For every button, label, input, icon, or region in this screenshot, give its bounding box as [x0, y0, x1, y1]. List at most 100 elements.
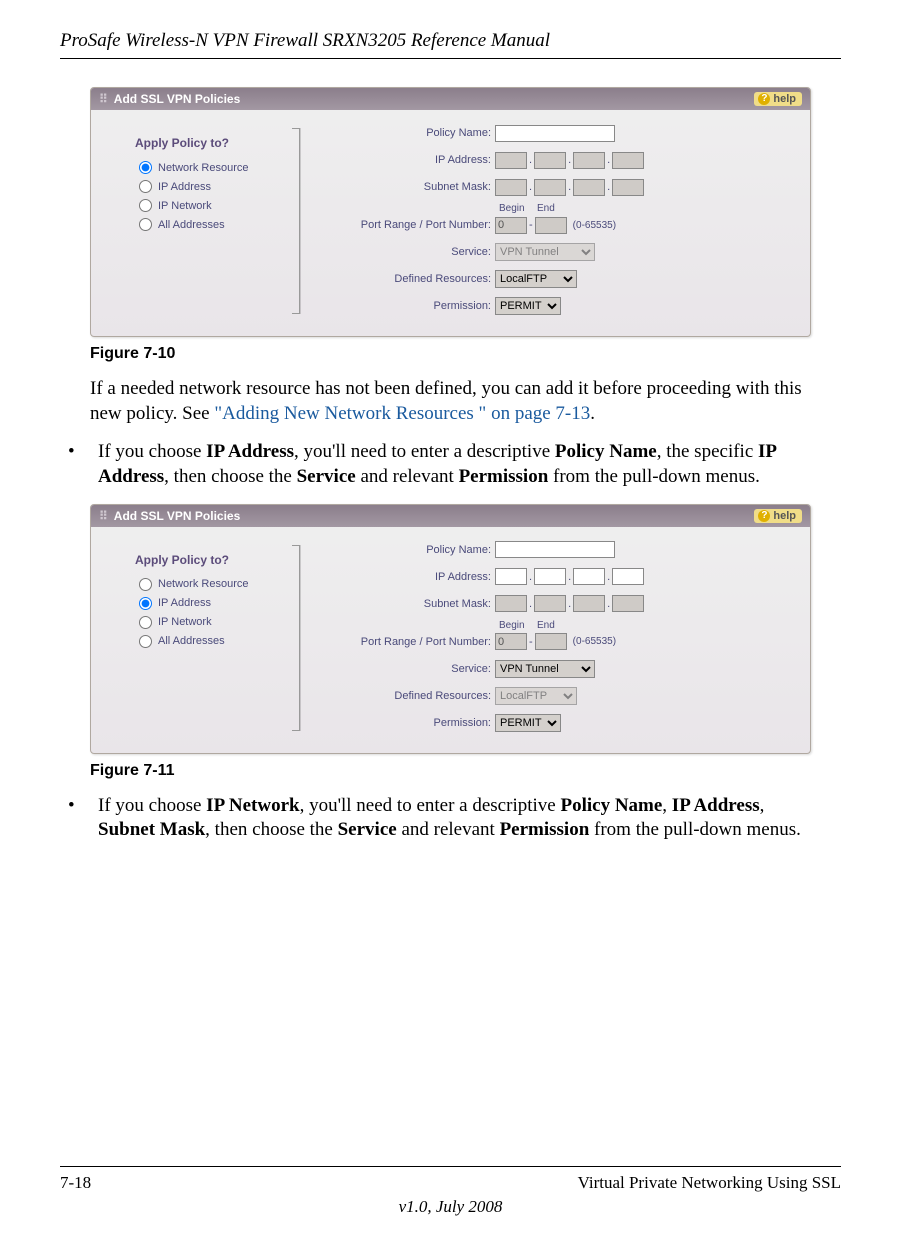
- port-range-label: Port Range / Port Number:: [327, 219, 495, 231]
- port-range-note: (0-65535): [573, 636, 616, 647]
- mask-octet-input: [612, 595, 644, 612]
- radio-all-addresses[interactable]: All Addresses: [135, 632, 279, 651]
- defined-resources-label: Defined Resources:: [327, 690, 495, 702]
- bullet-item: • If you choose IP Network, you'll need …: [68, 794, 811, 843]
- help-button[interactable]: help: [754, 92, 802, 106]
- radio-ip-network[interactable]: IP Network: [135, 613, 279, 632]
- bullet-marker: •: [68, 794, 98, 843]
- permission-select[interactable]: PERMIT: [495, 714, 561, 732]
- radio-label: IP Address: [158, 597, 211, 609]
- end-label: End: [537, 203, 573, 214]
- mask-octet-input: [495, 595, 527, 612]
- mask-octet-input: [573, 595, 605, 612]
- ip-octet-input[interactable]: [534, 568, 566, 585]
- radio-label: Network Resource: [158, 578, 248, 590]
- radio-input[interactable]: [139, 578, 152, 591]
- radio-input[interactable]: [139, 616, 152, 629]
- radio-label: IP Network: [158, 200, 212, 212]
- permission-label: Permission:: [327, 300, 495, 312]
- bracket-divider: [285, 537, 307, 739]
- radio-label: IP Network: [158, 616, 212, 628]
- radio-input[interactable]: [139, 199, 152, 212]
- apply-policy-title: Apply Policy to?: [135, 553, 279, 567]
- ssl-vpn-panel: Add SSL VPN Policies help Apply Policy t…: [90, 504, 811, 754]
- ip-octet-input: [573, 152, 605, 169]
- grip-icon: [99, 92, 114, 106]
- begin-label: Begin: [499, 203, 537, 214]
- version-date: v1.0, July 2008: [60, 1197, 841, 1217]
- ip-octet-input: [534, 152, 566, 169]
- bracket-divider: [285, 120, 307, 322]
- radio-ip-network[interactable]: IP Network: [135, 196, 279, 215]
- figure-caption: Figure 7-10: [90, 345, 811, 363]
- bullet-item: • If you choose IP Address, you'll need …: [68, 440, 811, 489]
- service-label: Service:: [327, 246, 495, 258]
- ip-octet-input: [612, 152, 644, 169]
- help-button[interactable]: help: [754, 509, 802, 523]
- mask-octet-input: [495, 179, 527, 196]
- policy-name-input[interactable]: [495, 125, 615, 142]
- figure-caption: Figure 7-11: [90, 762, 811, 780]
- ip-address-label: IP Address:: [327, 154, 495, 166]
- cross-reference-link[interactable]: "Adding New Network Resources " on page …: [214, 403, 590, 424]
- mask-octet-input: [534, 179, 566, 196]
- subnet-mask-label: Subnet Mask:: [327, 181, 495, 193]
- bullet-marker: •: [68, 440, 98, 489]
- radio-label: All Addresses: [158, 219, 225, 231]
- ip-octet-input[interactable]: [612, 568, 644, 585]
- figure-7-10: Add SSL VPN Policies help Apply Policy t…: [90, 87, 811, 363]
- radio-label: All Addresses: [158, 635, 225, 647]
- defined-resources-select: LocalFTP: [495, 687, 577, 705]
- defined-resources-label: Defined Resources:: [327, 273, 495, 285]
- defined-resources-select[interactable]: LocalFTP: [495, 270, 577, 288]
- body-paragraph: If a needed network resource has not bee…: [90, 377, 811, 426]
- end-label: End: [537, 620, 573, 631]
- radio-input[interactable]: [139, 180, 152, 193]
- panel-header: Add SSL VPN Policies help: [91, 88, 810, 110]
- radio-network-resource[interactable]: Network Resource: [135, 575, 279, 594]
- radio-label: Network Resource: [158, 162, 248, 174]
- apply-policy-group: Apply Policy to? Network Resource IP Add…: [105, 537, 285, 739]
- grip-icon: [99, 509, 114, 523]
- panel-title: Add SSL VPN Policies: [114, 509, 240, 523]
- radio-all-addresses[interactable]: All Addresses: [135, 215, 279, 234]
- port-begin-input: [495, 217, 527, 234]
- panel-header: Add SSL VPN Policies help: [91, 505, 810, 527]
- radio-network-resource[interactable]: Network Resource: [135, 158, 279, 177]
- port-range-label: Port Range / Port Number:: [327, 636, 495, 648]
- policy-name-label: Policy Name:: [327, 544, 495, 556]
- page-footer: 7-18 Virtual Private Networking Using SS…: [60, 1166, 841, 1217]
- port-begin-input: [495, 633, 527, 650]
- ip-octet-input: [495, 152, 527, 169]
- service-label: Service:: [327, 663, 495, 675]
- radio-input[interactable]: [139, 161, 152, 174]
- radio-input[interactable]: [139, 218, 152, 231]
- port-end-input: [535, 633, 567, 650]
- mask-octet-input: [534, 595, 566, 612]
- port-end-input: [535, 217, 567, 234]
- ip-octet-input[interactable]: [495, 568, 527, 585]
- policy-form: Policy Name: IP Address: . . . Subnet Ma…: [307, 537, 796, 739]
- page-number: 7-18: [60, 1173, 91, 1193]
- panel-title: Add SSL VPN Policies: [114, 92, 240, 106]
- radio-label: IP Address: [158, 181, 211, 193]
- subnet-mask-label: Subnet Mask:: [327, 598, 495, 610]
- permission-select[interactable]: PERMIT: [495, 297, 561, 315]
- ip-octet-input[interactable]: [573, 568, 605, 585]
- radio-ip-address[interactable]: IP Address: [135, 177, 279, 196]
- mask-octet-input: [573, 179, 605, 196]
- policy-form: Policy Name: IP Address: . . . Subnet Ma…: [307, 120, 796, 322]
- figure-7-11: Add SSL VPN Policies help Apply Policy t…: [90, 504, 811, 780]
- ssl-vpn-panel: Add SSL VPN Policies help Apply Policy t…: [90, 87, 811, 337]
- document-header: ProSafe Wireless-N VPN Firewall SRXN3205…: [60, 30, 841, 59]
- apply-policy-group: Apply Policy to? Network Resource IP Add…: [105, 120, 285, 322]
- permission-label: Permission:: [327, 717, 495, 729]
- service-select: VPN Tunnel: [495, 243, 595, 261]
- radio-input[interactable]: [139, 597, 152, 610]
- service-select[interactable]: VPN Tunnel: [495, 660, 595, 678]
- radio-input[interactable]: [139, 635, 152, 648]
- port-range-note: (0-65535): [573, 220, 616, 231]
- begin-label: Begin: [499, 620, 537, 631]
- policy-name-input[interactable]: [495, 541, 615, 558]
- radio-ip-address[interactable]: IP Address: [135, 594, 279, 613]
